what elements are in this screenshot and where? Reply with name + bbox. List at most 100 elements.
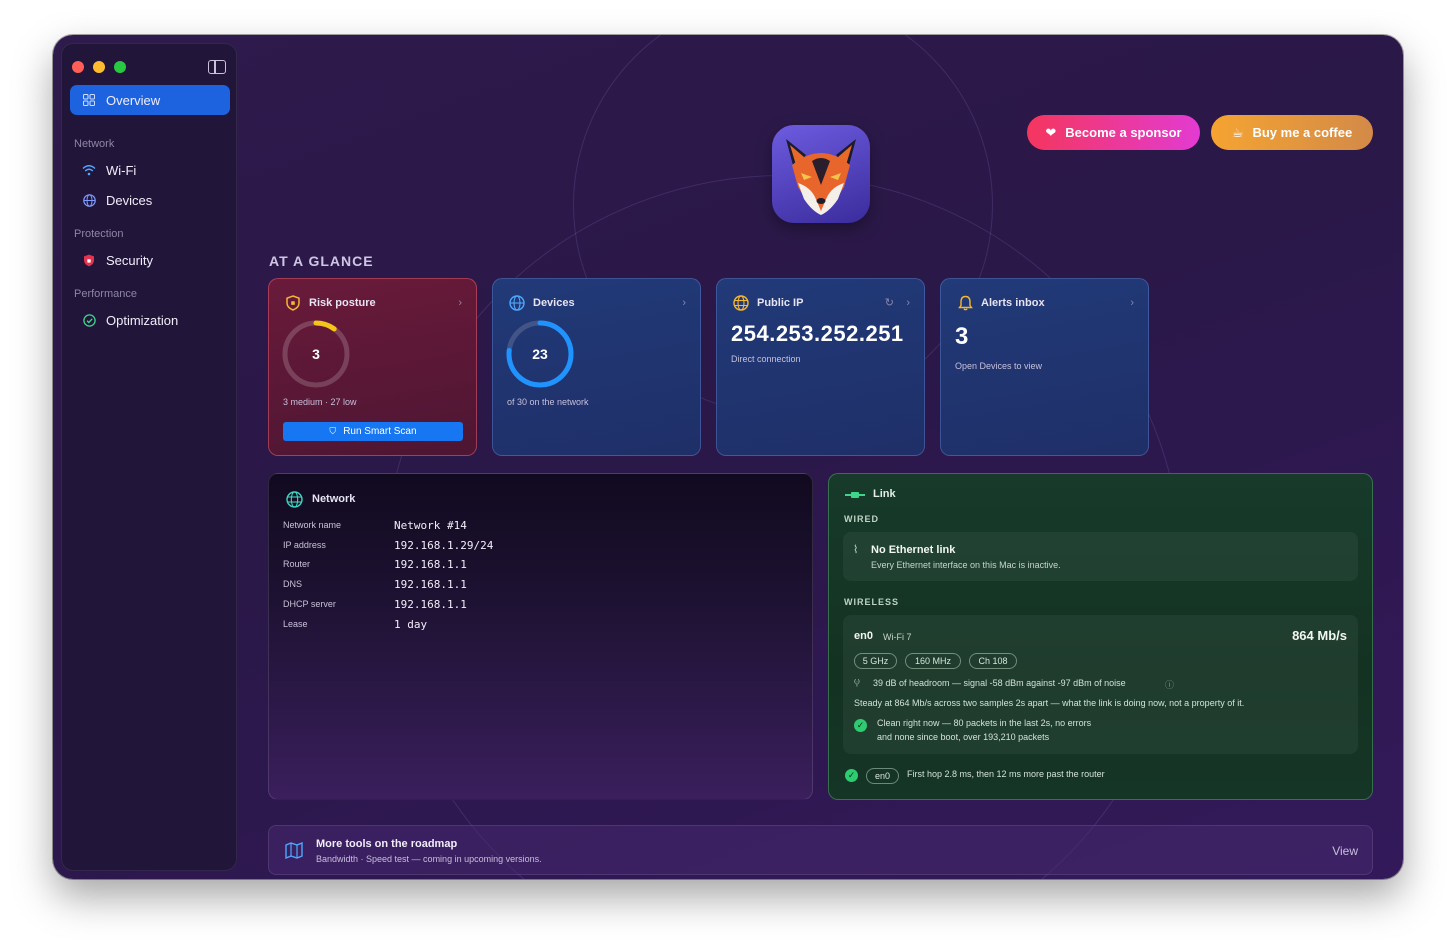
wired-title: No Ethernet link	[871, 544, 956, 556]
sidebar-item-optimization[interactable]: Optimization	[70, 305, 230, 335]
width-tag: 160 MHz	[905, 653, 961, 669]
devices-detail: of 30 on the network	[507, 397, 589, 407]
panel-title: Network	[312, 493, 356, 505]
sidebar-item-label: Wi-Fi	[106, 162, 137, 178]
hop-interface-badge: en0	[866, 768, 899, 784]
roadmap-title: More tools on the roadmap	[316, 838, 458, 850]
roadmap-banner[interactable]: More tools on the roadmap Bandwidth · Sp…	[268, 825, 1373, 875]
sidebar-section-network: Network	[74, 138, 115, 150]
row-value: 192.168.1.29/24	[394, 538, 494, 552]
sidebar: Overview Network Wi-Fi Devices Protectio…	[61, 43, 237, 871]
row-value: Network #14	[394, 518, 467, 532]
row-key: Lease	[283, 619, 308, 629]
buy-coffee-button[interactable]: ☕ Buy me a coffee	[1211, 115, 1373, 150]
sidebar-section-performance: Performance	[74, 288, 137, 300]
network-panel: Network Network name Network #14 IP addre…	[268, 473, 813, 800]
headroom-text: 39 dB of headroom — signal -58 dBm again…	[873, 678, 1126, 688]
interface-name: en0	[854, 630, 873, 642]
panel-header: Link	[845, 488, 896, 500]
wired-subtitle: Every Ethernet interface on this Mac is …	[871, 560, 1061, 570]
refresh-icon[interactable]: ↻	[885, 296, 894, 309]
wireless-status-box: en0 Wi-Fi 7 864 Mb/s 5 GHz 160 MHz Ch 10…	[843, 615, 1358, 754]
globe-icon	[82, 193, 96, 207]
grid-icon	[82, 93, 96, 107]
channel-tag: Ch 108	[969, 653, 1017, 669]
card-title: Public IP	[757, 297, 804, 309]
bell-icon	[957, 295, 973, 311]
card-header: Risk posture	[285, 295, 376, 311]
map-icon	[285, 841, 303, 864]
globe-icon	[509, 295, 525, 311]
first-hop-text: First hop 2.8 ms, then 12 ms more past t…	[907, 769, 1105, 779]
chevron-right-icon: ›	[682, 297, 686, 309]
info-icon[interactable]: ⓘ	[1165, 678, 1174, 691]
sidebar-item-wifi[interactable]: Wi-Fi	[70, 155, 230, 185]
clean-text-line2: and none since boot, over 193,210 packet…	[877, 732, 1050, 742]
close-window-button[interactable]	[72, 61, 84, 73]
globe-icon	[285, 490, 303, 508]
risk-posture-card[interactable]: Risk posture › 3 3 medium · 27 low ⛉ Run…	[268, 278, 477, 456]
sidebar-toggle-icon[interactable]	[208, 60, 226, 74]
clean-text-line1: Clean right now — 80 packets in the last…	[877, 718, 1092, 728]
antenna-icon: ⁽ᵢ⁾	[854, 678, 860, 688]
minimize-window-button[interactable]	[93, 61, 105, 73]
alerts-detail: Open Devices to view	[955, 361, 1043, 371]
sidebar-item-overview[interactable]: Overview	[70, 85, 230, 115]
app-window: Overview Network Wi-Fi Devices Protectio…	[53, 35, 1403, 879]
row-key: IP address	[283, 540, 326, 550]
sidebar-item-label: Devices	[106, 192, 153, 208]
wifi-standard: Wi-Fi 7	[883, 632, 912, 642]
wireless-section-label: WIRELESS	[844, 597, 900, 607]
sponsor-label: Become a sponsor	[1065, 125, 1182, 140]
globe-icon	[733, 295, 749, 311]
heart-icon: ❤	[1045, 124, 1057, 140]
card-title: Alerts inbox	[981, 297, 1045, 309]
chevron-right-icon: ›	[906, 297, 910, 309]
card-header: Public IP	[733, 295, 803, 311]
view-roadmap-link[interactable]: View	[1332, 844, 1358, 858]
risk-count: 3	[312, 346, 320, 362]
network-row: Router 192.168.1.1	[283, 556, 783, 572]
alerts-count: 3	[955, 323, 969, 350]
sidebar-item-security[interactable]: Security	[70, 245, 230, 275]
chevron-right-icon: ›	[1130, 297, 1134, 309]
run-smart-scan-button[interactable]: ⛉ Run Smart Scan	[283, 422, 463, 441]
ethernet-cable-icon	[845, 490, 865, 498]
roadmap-subtitle: Bandwidth · Speed test — coming in upcom…	[316, 854, 542, 864]
sidebar-item-label: Optimization	[106, 312, 179, 328]
panel-title: Link	[873, 488, 896, 500]
devices-card[interactable]: Devices › 23 of 30 on the network	[492, 278, 701, 456]
row-value: 192.168.1.1	[394, 557, 467, 571]
public-ip-value: 254.253.252.251	[731, 321, 904, 346]
alerts-inbox-card[interactable]: Alerts inbox › 3 Open Devices to view	[940, 278, 1149, 456]
row-value: 192.168.1.1	[394, 577, 467, 591]
card-header: Devices	[509, 295, 575, 311]
shield-icon	[82, 253, 96, 267]
row-key: Router	[283, 559, 311, 569]
card-title: Risk posture	[309, 297, 376, 309]
link-panel: Link WIRED ⌇ No Ethernet link Every Ethe…	[828, 473, 1373, 800]
fox-app-icon	[772, 125, 870, 223]
connection-type: Direct connection	[731, 354, 801, 364]
steady-text: Steady at 864 Mb/s across two samples 2s…	[854, 698, 1245, 708]
coffee-cup-icon: ☕	[1231, 124, 1244, 140]
row-key: DHCP server	[283, 599, 336, 609]
chevron-right-icon: ›	[458, 297, 462, 309]
network-row: IP address 192.168.1.29/24	[283, 537, 783, 553]
public-ip-card[interactable]: Public IP ↻ › 254.253.252.251 Direct con…	[716, 278, 925, 456]
wired-section-label: WIRED	[844, 514, 879, 524]
devices-count: 23	[532, 346, 548, 362]
zoom-window-button[interactable]	[114, 61, 126, 73]
gauge-icon	[82, 313, 96, 327]
network-row: Network name Network #14	[283, 517, 783, 533]
card-title: Devices	[533, 297, 575, 309]
row-key: Network name	[283, 520, 342, 530]
wired-status-box: ⌇ No Ethernet link Every Ethernet interf…	[843, 532, 1358, 581]
unplugged-icon: ⌇	[853, 544, 859, 556]
link-speed: 864 Mb/s	[1292, 628, 1347, 643]
row-value: 192.168.1.1	[394, 597, 467, 611]
become-sponsor-button[interactable]: ❤ Become a sponsor	[1027, 115, 1200, 150]
sidebar-item-devices[interactable]: Devices	[70, 185, 230, 215]
card-header: Alerts inbox	[957, 295, 1045, 311]
band-tag: 5 GHz	[854, 653, 897, 669]
